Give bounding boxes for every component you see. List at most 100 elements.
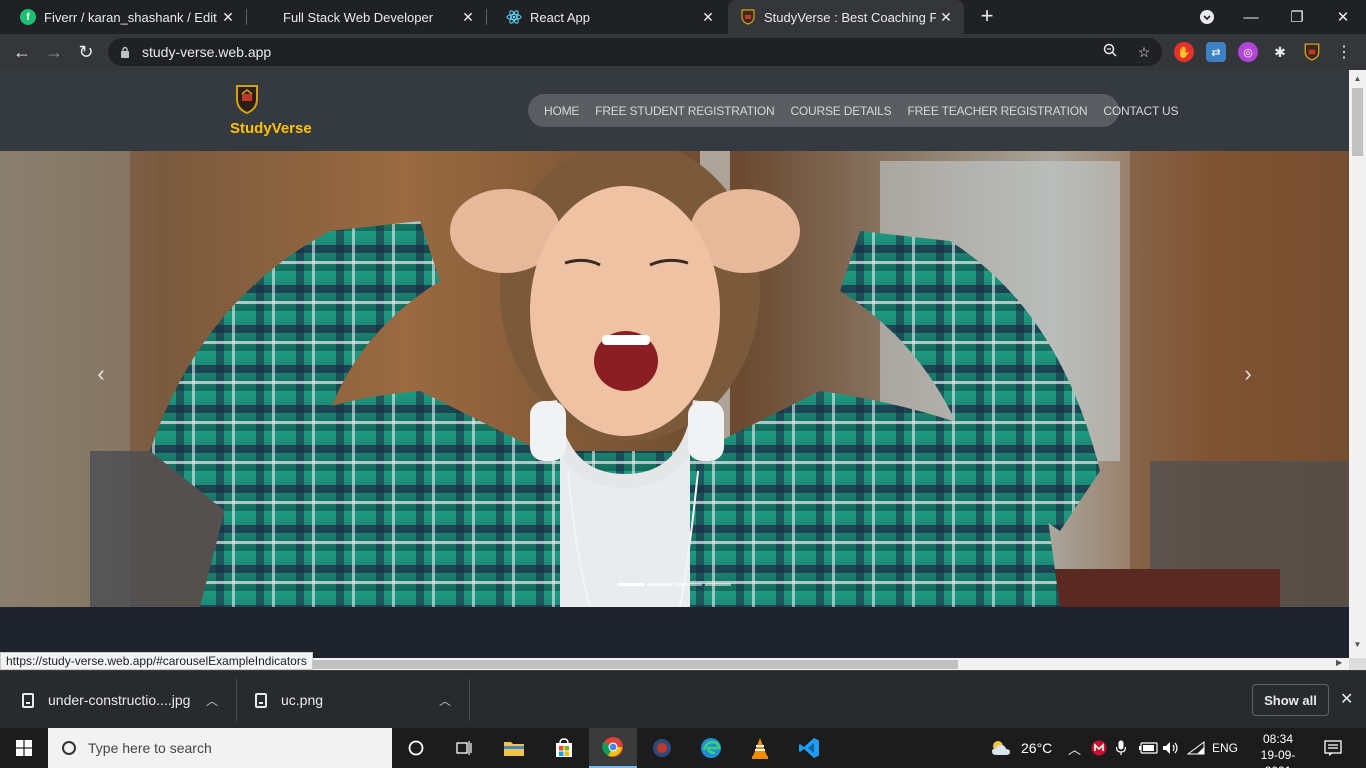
weather-widget[interactable]: 26°C xyxy=(990,728,1052,768)
windows-taskbar: Type here to search 26°C ︿ ENG 08:34 19-… xyxy=(0,728,1366,768)
bookmark-star-icon[interactable]: ☆ xyxy=(1134,42,1154,62)
carousel-indicator[interactable] xyxy=(676,583,702,586)
address-bar[interactable]: study-verse.web.app ☆ xyxy=(108,38,1162,66)
close-icon[interactable]: ✕ xyxy=(458,9,478,26)
new-tab-icon[interactable]: + xyxy=(976,5,998,27)
back-arrow-icon[interactable]: ← xyxy=(8,38,36,66)
input-language[interactable]: ENG xyxy=(1212,728,1238,768)
search-placeholder: Type here to search xyxy=(88,740,212,756)
tab-react-app[interactable]: React App ✕ xyxy=(486,0,726,34)
taskbar-search-box[interactable]: Type here to search xyxy=(48,728,392,768)
download-filename: under-constructio....jpg xyxy=(48,692,191,708)
download-item[interactable]: under-constructio....jpg ︿ xyxy=(22,671,236,729)
lock-icon xyxy=(121,46,129,58)
volume-icon[interactable] xyxy=(1162,728,1180,768)
browser-menu-icon[interactable]: ⋮ xyxy=(1334,42,1354,62)
scrollbar-thumb[interactable] xyxy=(1352,88,1363,156)
brand-name[interactable]: StudyVerse xyxy=(230,120,312,137)
scrollbar-corner xyxy=(1349,658,1366,670)
zoom-icon[interactable] xyxy=(1100,42,1120,62)
wifi-icon[interactable] xyxy=(1187,728,1205,768)
tab-label: React App xyxy=(530,9,590,25)
close-icon[interactable]: ✕ xyxy=(218,9,238,26)
file-icon xyxy=(22,692,34,708)
hero-image xyxy=(0,151,1349,607)
shelf-divider xyxy=(236,679,237,721)
nav-home[interactable]: HOME xyxy=(544,104,579,118)
carousel-indicator[interactable] xyxy=(647,583,673,586)
weather-temperature: 26°C xyxy=(1021,740,1053,756)
download-filename: uc.png xyxy=(281,692,324,708)
clock-time: 08:34 xyxy=(1262,732,1294,746)
nav-contact-us[interactable]: CONTACT US xyxy=(1103,104,1178,118)
close-icon[interactable]: ✕ xyxy=(1340,689,1353,709)
nav-free-teacher-registration[interactable]: FREE TEACHER REGISTRATION xyxy=(907,104,1087,118)
show-hidden-icons[interactable]: ︿ xyxy=(1068,728,1081,768)
vscode-icon[interactable] xyxy=(785,728,833,768)
browser-tab-strip: f Fiverr / karan_shashank / Edit Gig ✕ F… xyxy=(0,0,1366,34)
studyverse-logo-icon[interactable] xyxy=(235,84,259,114)
shelf-divider xyxy=(469,679,470,721)
microsoft-store-icon[interactable] xyxy=(540,728,588,768)
chevron-up-icon[interactable]: ︿ xyxy=(439,692,451,709)
minimize-icon[interactable]: — xyxy=(1228,0,1274,34)
tab-fiverr[interactable]: f Fiverr / karan_shashank / Edit Gig ✕ xyxy=(0,0,246,34)
main-nav: HOME FREE STUDENT REGISTRATION COURSE DE… xyxy=(528,94,1178,127)
chevron-up-icon[interactable]: ︿ xyxy=(206,692,218,709)
url-text: study-verse.web.app xyxy=(142,44,272,60)
file-icon xyxy=(255,692,267,708)
tab-studyverse[interactable]: StudyVerse : Best Coaching For JEE ✕ xyxy=(728,0,964,34)
scroll-up-arrow-icon[interactable]: ▲ xyxy=(1353,74,1362,83)
task-view-icon[interactable] xyxy=(440,728,488,768)
close-icon[interactable]: ✕ xyxy=(698,9,718,26)
tab-search-icon[interactable] xyxy=(1184,0,1230,34)
profile-avatar-icon[interactable] xyxy=(1302,42,1322,62)
extensions-puzzle-icon[interactable]: ✱ xyxy=(1270,42,1290,62)
battery-icon[interactable] xyxy=(1139,728,1159,768)
carousel-prev-icon[interactable]: ‹ xyxy=(86,361,116,387)
chrome-icon[interactable] xyxy=(589,728,637,768)
carousel-indicators xyxy=(618,583,731,586)
vlc-icon[interactable] xyxy=(736,728,784,768)
download-shelf: under-constructio....jpg ︿ uc.png ︿ Show… xyxy=(0,670,1366,728)
app-globe-icon[interactable] xyxy=(638,728,686,768)
hero-carousel: ‹ › xyxy=(0,151,1349,607)
extension-purple-icon[interactable]: ◎ xyxy=(1238,42,1258,62)
taskbar-clock[interactable]: 08:34 19-09-2021 xyxy=(1248,731,1308,768)
carousel-indicator[interactable] xyxy=(705,583,731,586)
window-close-icon[interactable]: ✕ xyxy=(1320,0,1366,34)
cortana-icon[interactable] xyxy=(392,728,440,768)
mcafee-icon[interactable] xyxy=(1091,728,1107,768)
forward-arrow-icon[interactable]: → xyxy=(40,38,68,66)
file-explorer-icon[interactable] xyxy=(490,728,538,768)
tab-label: StudyVerse : Best Coaching For JEE xyxy=(764,9,936,25)
browser-toolbar: ← → ↻ study-verse.web.app ☆ ✋ ⇄ ◎ ✱ ⋮ xyxy=(0,34,1366,70)
nav-course-details[interactable]: COURSE DETAILS xyxy=(790,104,891,118)
studyverse-icon xyxy=(740,9,756,25)
download-item[interactable]: uc.png ︿ xyxy=(255,671,469,729)
reload-icon[interactable]: ↻ xyxy=(72,38,100,66)
carousel-next-icon[interactable]: › xyxy=(1233,361,1263,387)
page-viewport: StudyVerse HOME FREE STUDENT REGISTRATIO… xyxy=(0,70,1366,670)
show-all-button[interactable]: Show all xyxy=(1252,684,1329,716)
adblock-icon[interactable]: ✋ xyxy=(1174,42,1194,62)
close-icon[interactable]: ✕ xyxy=(936,9,956,26)
windows-start-icon[interactable] xyxy=(0,728,48,768)
scroll-down-arrow-icon[interactable]: ▼ xyxy=(1353,640,1362,649)
scroll-right-arrow-icon[interactable]: ▶ xyxy=(1336,658,1342,667)
search-icon xyxy=(62,741,76,755)
tab-full-stack[interactable]: Full Stack Web Developer ✕ xyxy=(246,0,486,34)
weather-cloud-icon xyxy=(992,741,1010,755)
notifications-icon[interactable] xyxy=(1324,728,1342,768)
microphone-icon[interactable] xyxy=(1116,728,1126,768)
scrollbar-thumb[interactable] xyxy=(312,660,958,669)
nav-free-student-registration[interactable]: FREE STUDENT REGISTRATION xyxy=(595,104,774,118)
tab-label: Fiverr / karan_shashank / Edit Gig xyxy=(44,9,218,25)
edge-icon[interactable] xyxy=(687,728,735,768)
extension-cast-icon[interactable]: ⇄ xyxy=(1206,42,1226,62)
restore-icon[interactable]: ❐ xyxy=(1274,0,1320,34)
vertical-scrollbar[interactable]: ▲ ▼ xyxy=(1349,70,1366,658)
carousel-indicator[interactable] xyxy=(618,583,644,586)
tab-label: Full Stack Web Developer xyxy=(283,9,434,25)
site-header: StudyVerse HOME FREE STUDENT REGISTRATIO… xyxy=(0,70,1349,151)
